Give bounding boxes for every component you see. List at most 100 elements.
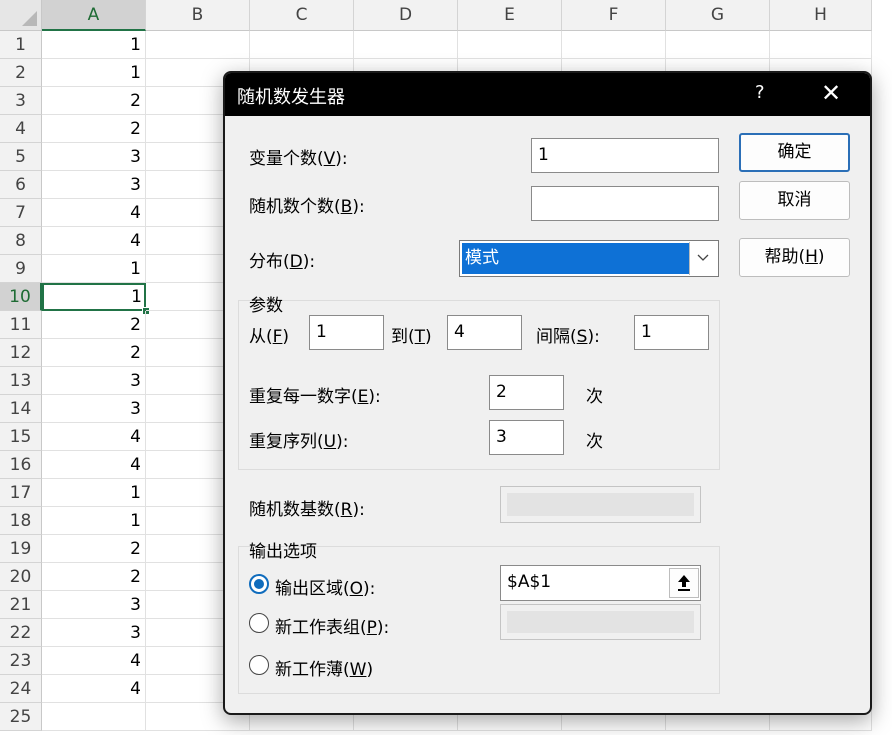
num-random-input[interactable] [531,186,719,221]
new-workbook-radio[interactable] [249,655,269,675]
repeat-sequence-label: 重复序列(U): [249,432,349,452]
arrow-up-icon [678,575,690,591]
cell[interactable]: 4 [42,199,146,227]
cell[interactable]: 4 [42,451,146,479]
cell[interactable]: 1 [42,255,146,283]
active-cell[interactable]: 1 [42,283,146,311]
column-header-f[interactable]: F [562,0,666,31]
step-input[interactable]: 1 [634,315,709,350]
row-header-24[interactable]: 24 [0,675,42,703]
repeat-each-unit: 次 [586,387,603,407]
row-header-20[interactable]: 20 [0,563,42,591]
chevron-down-icon[interactable] [689,242,717,275]
cell[interactable]: 4 [42,675,146,703]
cell[interactable]: 3 [42,591,146,619]
collapse-dialog-button[interactable] [669,568,699,598]
cell[interactable]: 3 [42,171,146,199]
cell[interactable]: 4 [42,423,146,451]
row-header-23[interactable]: 23 [0,647,42,675]
row-header-6[interactable]: 6 [0,171,42,199]
cell[interactable]: 3 [42,367,146,395]
cell[interactable]: 2 [42,339,146,367]
from-input[interactable]: 1 [309,315,384,350]
row-header-8[interactable]: 8 [0,227,42,255]
row-header-10[interactable]: 10 [0,283,42,311]
cell[interactable]: 2 [42,535,146,563]
row-header-17[interactable]: 17 [0,479,42,507]
distribution-select[interactable]: 模式 [459,240,719,277]
dialog-titlebar: 随机数发生器 ? ✕ [225,73,870,116]
cell[interactable]: 3 [42,395,146,423]
help-button[interactable]: 帮助(H) [739,238,850,277]
row-header-16[interactable]: 16 [0,451,42,479]
num-variables-label: 变量个数(V): [249,149,348,169]
cell[interactable]: 2 [42,311,146,339]
row-header-1[interactable]: 1 [0,31,42,59]
help-icon[interactable]: ? [755,82,765,103]
cell[interactable]: 3 [42,619,146,647]
cell[interactable] [354,31,458,59]
repeat-sequence-input[interactable]: 3 [489,420,564,455]
column-header-c[interactable]: C [250,0,354,31]
cell[interactable]: 1 [42,479,146,507]
row-header-5[interactable]: 5 [0,143,42,171]
output-range-label: 输出区域(O): [275,579,376,599]
output-range-radio[interactable] [249,574,269,594]
column-header-e[interactable]: E [458,0,562,31]
cell[interactable]: 1 [42,31,146,59]
row-header-15[interactable]: 15 [0,423,42,451]
ok-button[interactable]: 确定 [739,133,850,172]
cell[interactable]: 1 [42,507,146,535]
cell[interactable] [562,31,666,59]
distribution-label: 分布(D): [249,252,316,272]
row-header-11[interactable]: 11 [0,311,42,339]
column-header-g[interactable]: G [666,0,770,31]
column-header-d[interactable]: D [354,0,458,31]
row-header-2[interactable]: 2 [0,59,42,87]
cell[interactable] [770,31,872,59]
row-header-14[interactable]: 14 [0,395,42,423]
cell[interactable] [458,31,562,59]
cell[interactable]: 2 [42,87,146,115]
cell[interactable]: 1 [42,59,146,87]
select-all-button[interactable] [0,0,42,31]
column-header-a[interactable]: A [42,0,146,31]
new-sheet-radio[interactable] [249,613,269,633]
new-sheet-input[interactable] [500,604,701,640]
cell[interactable] [146,31,250,59]
cancel-button[interactable]: 取消 [739,181,850,220]
column-header-h[interactable]: H [770,0,872,31]
column-header-b[interactable]: B [146,0,250,31]
row-header-22[interactable]: 22 [0,619,42,647]
output-options-group-label: 输出选项 [249,542,317,562]
row-header-12[interactable]: 12 [0,339,42,367]
row-header-3[interactable]: 3 [0,87,42,115]
cell[interactable]: 2 [42,563,146,591]
repeat-each-input[interactable]: 2 [489,375,564,410]
dialog-title: 随机数发生器 [237,87,345,108]
random-seed-input[interactable] [500,486,701,523]
row-header-4[interactable]: 4 [0,115,42,143]
cell[interactable] [666,31,770,59]
row-header-9[interactable]: 9 [0,255,42,283]
row-header-25[interactable]: 25 [0,703,42,731]
num-variables-input[interactable]: 1 [531,138,719,173]
row-header-21[interactable]: 21 [0,591,42,619]
step-label: 间隔(S): [536,327,600,347]
row-header-13[interactable]: 13 [0,367,42,395]
to-input[interactable]: 4 [447,315,522,350]
row-header-7[interactable]: 7 [0,199,42,227]
row-header-19[interactable]: 19 [0,535,42,563]
cell[interactable] [250,31,354,59]
from-label: 从(F) [249,327,290,347]
close-icon[interactable]: ✕ [821,79,841,107]
cell[interactable]: 4 [42,647,146,675]
distribution-selected-value: 模式 [462,243,689,274]
cell[interactable]: 4 [42,227,146,255]
row-header-18[interactable]: 18 [0,507,42,535]
cell[interactable]: 2 [42,115,146,143]
cell[interactable] [42,703,146,731]
to-label: 到(T) [391,327,432,347]
repeat-each-label: 重复每一数字(E): [249,387,381,407]
cell[interactable]: 3 [42,143,146,171]
